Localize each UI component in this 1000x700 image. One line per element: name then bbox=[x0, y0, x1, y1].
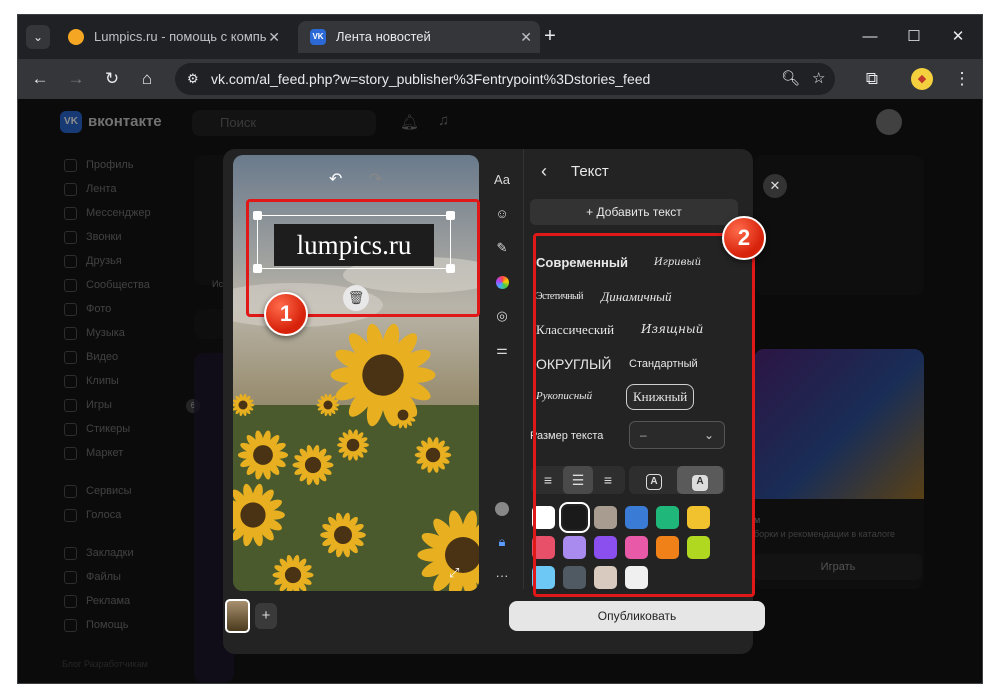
tab-strip: ⌄ Lumpics.ru - помощь с компь ✕ VK Лента… bbox=[18, 15, 982, 59]
avatar-icon[interactable] bbox=[485, 495, 519, 521]
minimize-button[interactable]: — bbox=[850, 23, 890, 51]
maximize-button[interactable]: ☐ bbox=[894, 23, 934, 51]
bookmark-star-icon[interactable]: ☆ bbox=[812, 63, 825, 95]
tab-title: Лента новостей bbox=[336, 29, 431, 44]
address-bar[interactable]: ⚙ vk.com/al_feed.php?w=story_publisher%3… bbox=[175, 63, 835, 95]
browser-toolbar: ← → ↻ ⌂ ⚙ vk.com/al_feed.php?w=story_pub… bbox=[18, 59, 982, 99]
step-badge-1: 1 bbox=[264, 292, 308, 336]
tab-vk-feed[interactable]: VK Лента новостей ✕ bbox=[298, 21, 540, 53]
expand-icon[interactable]: ⤢ bbox=[449, 565, 459, 581]
back-icon[interactable]: ← bbox=[26, 65, 54, 93]
site-info-icon[interactable]: ⚙ bbox=[187, 71, 199, 87]
close-editor-icon[interactable]: ✕ bbox=[763, 174, 787, 198]
new-tab-button[interactable]: + bbox=[538, 25, 562, 49]
lock-icon[interactable]: 🔒︎ bbox=[485, 529, 519, 555]
home-icon[interactable]: ⌂ bbox=[133, 65, 161, 93]
close-icon[interactable]: ✕ bbox=[268, 21, 280, 53]
zoom-icon[interactable]: 🔍︎ bbox=[781, 63, 800, 95]
step-badge-2: 2 bbox=[722, 216, 766, 260]
adjust-icon[interactable]: ⚌ bbox=[485, 337, 519, 363]
panel-title: Текст bbox=[571, 163, 609, 180]
tab-title: Lumpics.ru - помощь с компь bbox=[94, 29, 267, 44]
undo-icon[interactable]: ↶ bbox=[329, 169, 342, 189]
menu-dots-icon[interactable]: ⋮ bbox=[948, 65, 976, 93]
browser-window: ⌄ Lumpics.ru - помощь с компь ✕ VK Лента… bbox=[17, 14, 983, 684]
brush-icon[interactable]: ✎ bbox=[485, 235, 519, 261]
back-chevron-icon[interactable]: ‹ bbox=[541, 161, 547, 182]
lumpics-favicon-icon bbox=[68, 29, 84, 45]
forward-icon[interactable]: → bbox=[62, 65, 90, 93]
close-window-button[interactable]: ✕ bbox=[938, 23, 978, 51]
tab-lumpics[interactable]: Lumpics.ru - помощь с компь ✕ bbox=[56, 21, 288, 53]
extensions-icon[interactable]: ⧉ bbox=[858, 65, 886, 93]
color-icon[interactable] bbox=[485, 269, 519, 295]
reload-icon[interactable]: ↻ bbox=[98, 65, 126, 93]
story-thumbnail[interactable] bbox=[225, 599, 250, 633]
vk-favicon-icon: VK bbox=[310, 29, 326, 45]
add-text-button[interactable]: + Добавить текст bbox=[530, 199, 738, 225]
text-tool-icon[interactable]: Aa bbox=[485, 167, 519, 193]
add-text-label: Добавить текст bbox=[596, 205, 682, 219]
add-story-button[interactable]: + bbox=[255, 603, 277, 629]
mask-icon[interactable]: ◎ bbox=[485, 303, 519, 329]
sticker-icon[interactable]: ☺ bbox=[485, 201, 519, 227]
redo-icon[interactable]: ↷ bbox=[369, 169, 382, 189]
close-icon[interactable]: ✕ bbox=[520, 21, 532, 53]
highlight-box-2 bbox=[533, 233, 755, 597]
profile-avatar[interactable]: ◆ bbox=[911, 68, 933, 90]
tab-search-button[interactable]: ⌄ bbox=[26, 25, 50, 49]
plus-icon: + bbox=[586, 205, 597, 219]
publish-button[interactable]: Опубликовать bbox=[509, 601, 765, 631]
url-text: vk.com/al_feed.php?w=story_publisher%3Fe… bbox=[211, 71, 651, 87]
more-icon[interactable]: ··· bbox=[485, 563, 519, 589]
page-content: VK вконтакте Поиск 🔔︎ ♫ Профиль Лента Месс… bbox=[18, 99, 982, 683]
